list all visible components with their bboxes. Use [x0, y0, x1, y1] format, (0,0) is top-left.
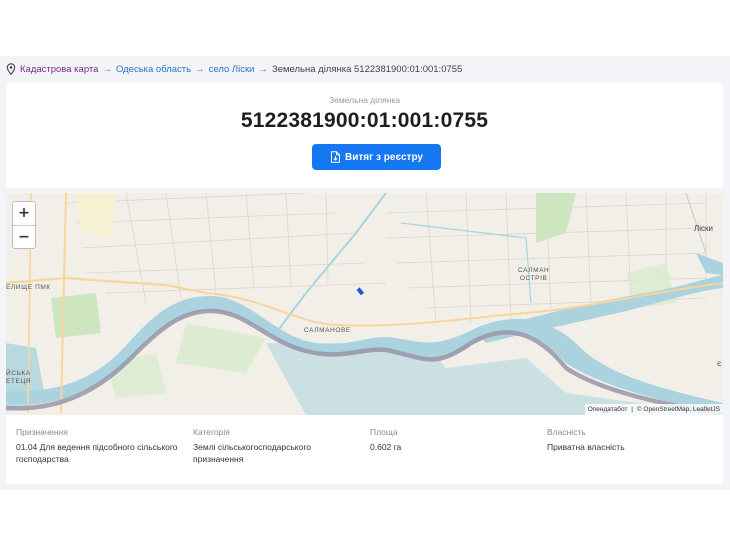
attribution-osm-leaflet[interactable]: © OpenStreetMap, LeafletJS: [637, 406, 720, 413]
property-area: Площа 0.602 га: [370, 427, 520, 453]
property-label: Власність: [547, 427, 586, 437]
property-value: Приватна власність: [547, 442, 625, 452]
map-attribution: Опендатабот | © OpenStreetMap, LeafletJS: [584, 404, 723, 415]
map-label-left-bottom-line1: ЙСЬКА: [6, 370, 31, 377]
parcel-properties: Призначення 01.04 Для ведення підсобного…: [6, 415, 723, 484]
map-label-salman-island-line1: САЛМАН: [518, 267, 550, 274]
property-value: 0.602 га: [370, 442, 402, 452]
breadcrumb-current: Земельна ділянка 5122381900:01:001:0755: [271, 63, 463, 75]
property-category: Категорія Землі сільськогосподарського п…: [193, 427, 343, 465]
parcel-header-card: Земельна ділянка 5122381900:01:001:0755 …: [6, 83, 723, 188]
breadcrumb: Кадастрова карта → Одеська область → сел…: [6, 62, 462, 76]
attribution-separator: |: [631, 406, 633, 413]
breadcrumb-link-region[interactable]: Одеська область: [116, 64, 191, 75]
property-label: Площа: [370, 427, 398, 437]
registry-extract-button[interactable]: Витяг з реєстру: [312, 144, 441, 170]
breadcrumb-link-village[interactable]: село Ліски: [209, 64, 255, 75]
breadcrumb-link-cadastral-map[interactable]: Кадастрова карта: [20, 64, 98, 75]
map-label-right-edge: Є: [717, 361, 723, 368]
zoom-in-button[interactable]: +: [13, 202, 35, 226]
parcel-subtitle: Земельна ділянка: [328, 95, 401, 105]
registry-extract-label: Витяг з реєстру: [345, 151, 423, 163]
zoom-out-button[interactable]: −: [13, 225, 35, 248]
map-label-left-bottom-line2: ЕТЕЦЯ: [6, 378, 32, 385]
breadcrumb-separator: →: [258, 63, 268, 75]
map-card: Ліски САЛМАН ОСТРІВ САЛМАНОВЕ ЕЛИЩЕ ПМК …: [6, 193, 723, 484]
map-label-salman-island: САЛМАН ОСТРІВ: [518, 267, 549, 283]
property-value: 01.04 Для ведення підсобного сільського …: [16, 442, 178, 464]
document-download-icon: [331, 151, 340, 163]
property-purpose: Призначення 01.04 Для ведення підсобного…: [16, 427, 186, 465]
page-title: 5122381900:01:001:0755: [240, 109, 489, 132]
property-label: Категорія: [193, 427, 230, 437]
property-label: Призначення: [16, 427, 68, 437]
breadcrumb-separator: →: [102, 63, 112, 75]
cadastral-map[interactable]: Ліски САЛМАН ОСТРІВ САЛМАНОВЕ ЕЛИЩЕ ПМК …: [6, 193, 723, 415]
map-label-lisky: Ліски: [694, 224, 713, 233]
map-label-salman-island-line2: ОСТРІВ: [519, 275, 548, 282]
zoom-control: + −: [12, 201, 36, 249]
breadcrumb-separator: →: [195, 63, 205, 75]
map-label-left-bottom: ЙСЬКА ЕТЕЦЯ: [6, 370, 31, 386]
property-value: Землі сільськогосподарського призначення: [193, 442, 311, 464]
map-tiles: [6, 193, 723, 415]
map-label-salmanove: САЛМАНОВЕ: [304, 327, 351, 334]
attribution-opendatabot[interactable]: Опендатабот: [588, 406, 628, 413]
property-ownership: Власність Приватна власність: [547, 427, 707, 453]
map-label-left-top: ЕЛИЩЕ ПМК: [6, 284, 51, 291]
location-pin-icon: [6, 63, 16, 75]
